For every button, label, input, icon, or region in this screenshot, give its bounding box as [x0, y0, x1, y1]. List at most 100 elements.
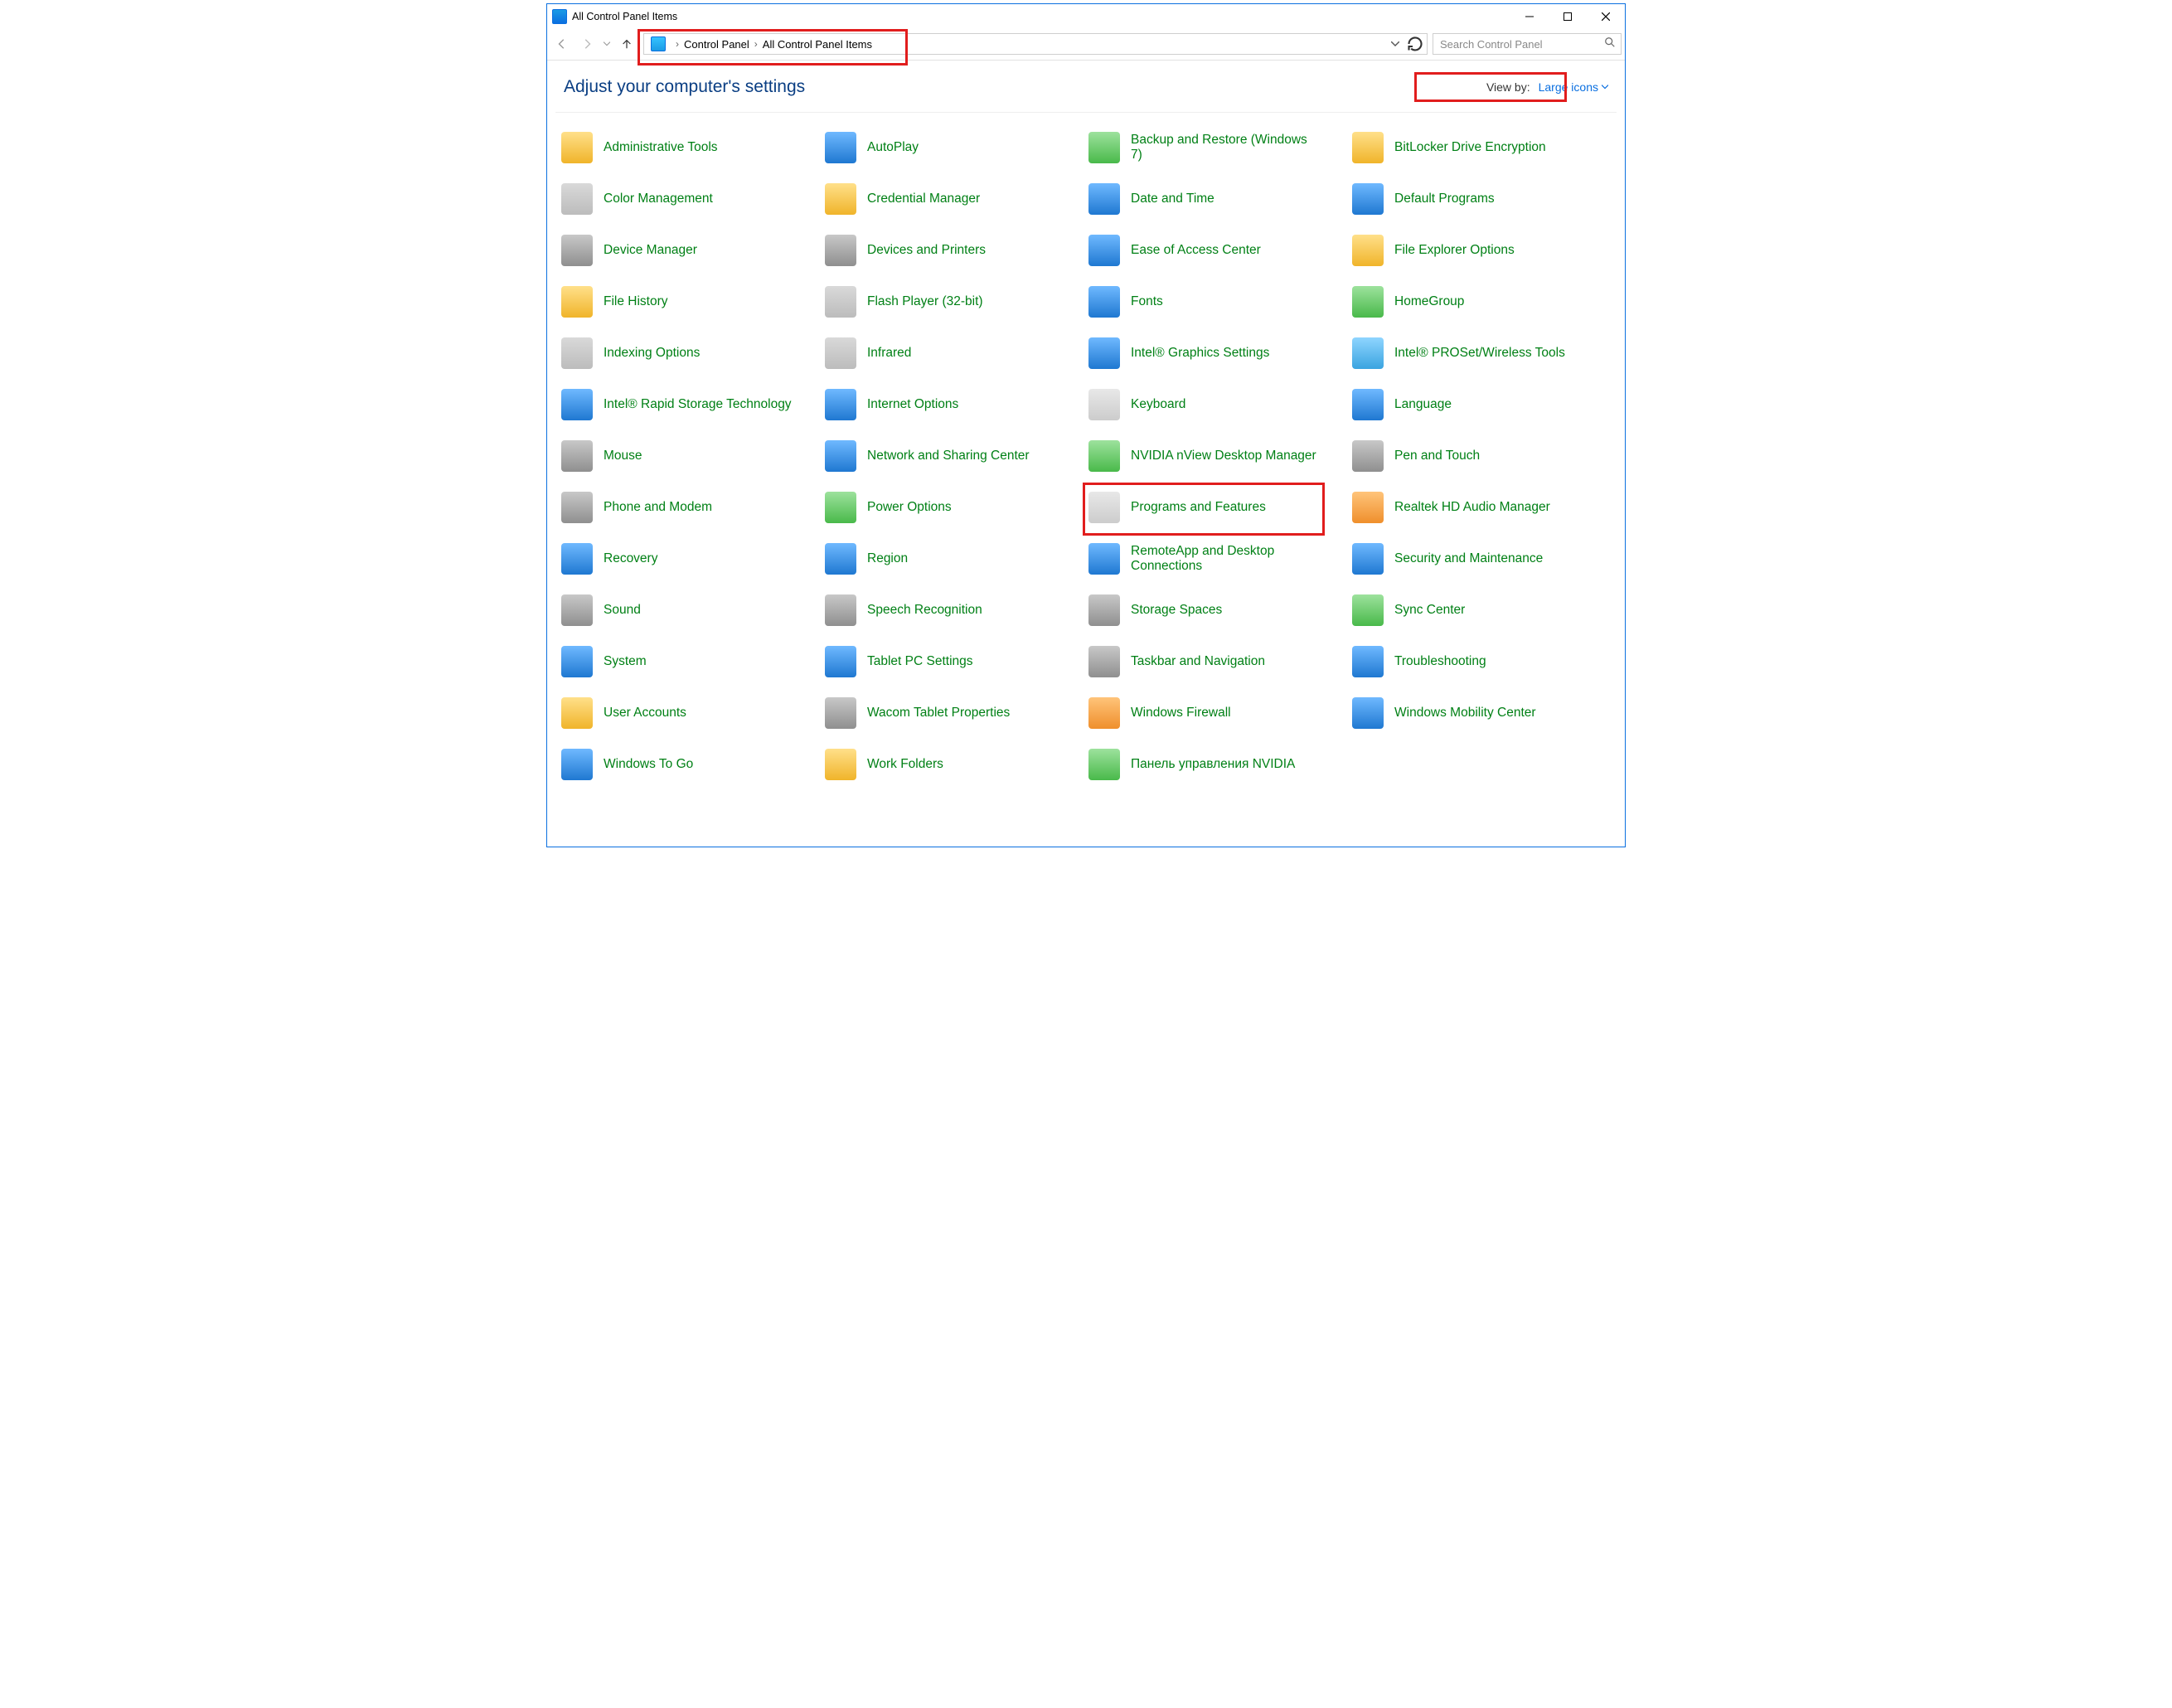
- cp-item-label: Storage Spaces: [1131, 603, 1222, 618]
- view-by-value[interactable]: Large icons: [1539, 80, 1608, 94]
- cp-item-file-explorer-options[interactable]: File Explorer Options: [1350, 232, 1613, 269]
- cp-item-label: Intel® PROSet/Wireless Tools: [1394, 346, 1565, 361]
- address-dropdown-button[interactable]: [1385, 34, 1405, 54]
- cp-item-default-programs[interactable]: Default Programs: [1350, 181, 1613, 217]
- cp-item-troubleshooting[interactable]: Troubleshooting: [1350, 643, 1613, 680]
- cp-item-realtek-hd-audio-manager[interactable]: Realtek HD Audio Manager: [1350, 489, 1613, 526]
- up-button[interactable]: [615, 32, 638, 56]
- cp-item-label: NVIDIA nView Desktop Manager: [1131, 449, 1316, 463]
- cp-item-label: Date and Time: [1131, 192, 1214, 206]
- cp-item-sound[interactable]: Sound: [559, 592, 822, 628]
- cp-item-indexing-options[interactable]: Indexing Options: [559, 335, 822, 371]
- breadcrumb-all-items[interactable]: All Control Panel Items: [763, 38, 872, 51]
- cp-item-storage-spaces[interactable]: Storage Spaces: [1086, 592, 1350, 628]
- cp-item-tablet-pc-settings[interactable]: Tablet PC Settings: [822, 643, 1086, 680]
- cp-item-work-folders[interactable]: Work Folders: [822, 746, 1086, 783]
- cp-item-administrative-tools[interactable]: Administrative Tools: [559, 129, 822, 166]
- search-box[interactable]: [1433, 33, 1622, 55]
- cp-item-windows-firewall[interactable]: Windows Firewall: [1086, 695, 1350, 731]
- cp-item-pen-and-touch[interactable]: Pen and Touch: [1350, 438, 1613, 474]
- cp-item-icon: [1086, 643, 1122, 680]
- minimize-button[interactable]: [1510, 4, 1549, 29]
- cp-item-file-history[interactable]: File History: [559, 284, 822, 320]
- cp-item-homegroup[interactable]: HomeGroup: [1350, 284, 1613, 320]
- cp-item-fonts[interactable]: Fonts: [1086, 284, 1350, 320]
- cp-item-region[interactable]: Region: [822, 541, 1086, 577]
- cp-item-icon: [559, 284, 595, 320]
- cp-item-label: System: [604, 654, 647, 669]
- cp-item-mouse[interactable]: Mouse: [559, 438, 822, 474]
- recent-dropdown-button[interactable]: [600, 32, 613, 56]
- search-icon[interactable]: [1604, 36, 1616, 51]
- cp-item-remoteapp-and-desktop-connections[interactable]: RemoteApp and Desktop Connections: [1086, 541, 1350, 577]
- maximize-button[interactable]: [1549, 4, 1587, 29]
- cp-item-wacom-tablet-properties[interactable]: Wacom Tablet Properties: [822, 695, 1086, 731]
- cp-item-language[interactable]: Language: [1350, 386, 1613, 423]
- cp-item-keyboard[interactable]: Keyboard: [1086, 386, 1350, 423]
- cp-item-intel-proset-wireless-tools[interactable]: Intel® PROSet/Wireless Tools: [1350, 335, 1613, 371]
- cp-item-internet-options[interactable]: Internet Options: [822, 386, 1086, 423]
- cp-item-devices-and-printers[interactable]: Devices and Printers: [822, 232, 1086, 269]
- cp-item-sync-center[interactable]: Sync Center: [1350, 592, 1613, 628]
- breadcrumb-sep-icon: ›: [676, 38, 679, 50]
- cp-item-label: Phone and Modem: [604, 500, 712, 515]
- cp-item-network-and-sharing-center[interactable]: Network and Sharing Center: [822, 438, 1086, 474]
- cp-item-icon: [559, 489, 595, 526]
- cp-item-system[interactable]: System: [559, 643, 822, 680]
- cp-item-device-manager[interactable]: Device Manager: [559, 232, 822, 269]
- items-grid: Administrative ToolsAutoPlayBackup and R…: [547, 113, 1625, 799]
- cp-item-power-options[interactable]: Power Options: [822, 489, 1086, 526]
- view-by-control: View by: Large icons: [1486, 80, 1608, 94]
- cp-item-phone-and-modem[interactable]: Phone and Modem: [559, 489, 822, 526]
- cp-item-icon: [1350, 489, 1386, 526]
- cp-item-nvidia-nview-desktop-manager[interactable]: NVIDIA nView Desktop Manager: [1086, 438, 1350, 474]
- cp-item-icon: [1350, 592, 1386, 628]
- cp-item-taskbar-and-navigation[interactable]: Taskbar and Navigation: [1086, 643, 1350, 680]
- cp-item-label: Speech Recognition: [867, 603, 982, 618]
- cp-item-user-accounts[interactable]: User Accounts: [559, 695, 822, 731]
- cp-item-label: Windows To Go: [604, 757, 693, 772]
- cp-item-icon: [559, 746, 595, 783]
- cp-item-color-management[interactable]: Color Management: [559, 181, 822, 217]
- address-bar[interactable]: › Control Panel › All Control Panel Item…: [643, 33, 1428, 55]
- cp-item-label: Indexing Options: [604, 346, 700, 361]
- chevron-down-icon: [1602, 85, 1608, 90]
- cp-item-intel-graphics-settings[interactable]: Intel® Graphics Settings: [1086, 335, 1350, 371]
- cp-item-backup-and-restore-windows-7[interactable]: Backup and Restore (Windows 7): [1086, 129, 1350, 166]
- cp-item-icon: [822, 181, 859, 217]
- cp-item-recovery[interactable]: Recovery: [559, 541, 822, 577]
- cp-item-windows-to-go[interactable]: Windows To Go: [559, 746, 822, 783]
- cp-item-programs-and-features[interactable]: Programs and Features: [1086, 489, 1350, 526]
- close-button[interactable]: [1587, 4, 1625, 29]
- maximize-icon: [1564, 12, 1572, 21]
- cp-item-infrared[interactable]: Infrared: [822, 335, 1086, 371]
- cp-item-credential-manager[interactable]: Credential Manager: [822, 181, 1086, 217]
- cp-item-speech-recognition[interactable]: Speech Recognition: [822, 592, 1086, 628]
- cp-item-icon: [822, 489, 859, 526]
- cp-item-icon: [559, 438, 595, 474]
- cp-item-icon: [1350, 284, 1386, 320]
- cp-item-flash-player-32-bit[interactable]: Flash Player (32-bit): [822, 284, 1086, 320]
- search-input[interactable]: [1438, 37, 1604, 51]
- cp-item-icon: [1350, 335, 1386, 371]
- arrow-right-icon: [581, 38, 593, 50]
- back-button[interactable]: [550, 32, 574, 56]
- breadcrumb-control-panel[interactable]: Control Panel: [684, 38, 749, 51]
- view-by-label: View by:: [1486, 80, 1530, 94]
- cp-item-ease-of-access-center[interactable]: Ease of Access Center: [1086, 232, 1350, 269]
- cp-item-icon: [1086, 129, 1122, 166]
- refresh-button[interactable]: [1405, 34, 1425, 54]
- chevron-down-icon: [604, 41, 610, 46]
- cp-item-nvidia[interactable]: Панель управления NVIDIA: [1086, 746, 1350, 783]
- cp-item-date-and-time[interactable]: Date and Time: [1086, 181, 1350, 217]
- cp-item-windows-mobility-center[interactable]: Windows Mobility Center: [1350, 695, 1613, 731]
- page-title: Adjust your computer's settings: [564, 77, 805, 97]
- cp-item-label: Sound: [604, 603, 641, 618]
- cp-item-autoplay[interactable]: AutoPlay: [822, 129, 1086, 166]
- cp-item-intel-rapid-storage-technology[interactable]: Intel® Rapid Storage Technology: [559, 386, 822, 423]
- cp-item-security-and-maintenance[interactable]: Security and Maintenance: [1350, 541, 1613, 577]
- forward-button[interactable]: [575, 32, 599, 56]
- refresh-icon: [1405, 34, 1425, 54]
- cp-item-icon: [1086, 695, 1122, 731]
- cp-item-bitlocker-drive-encryption[interactable]: BitLocker Drive Encryption: [1350, 129, 1613, 166]
